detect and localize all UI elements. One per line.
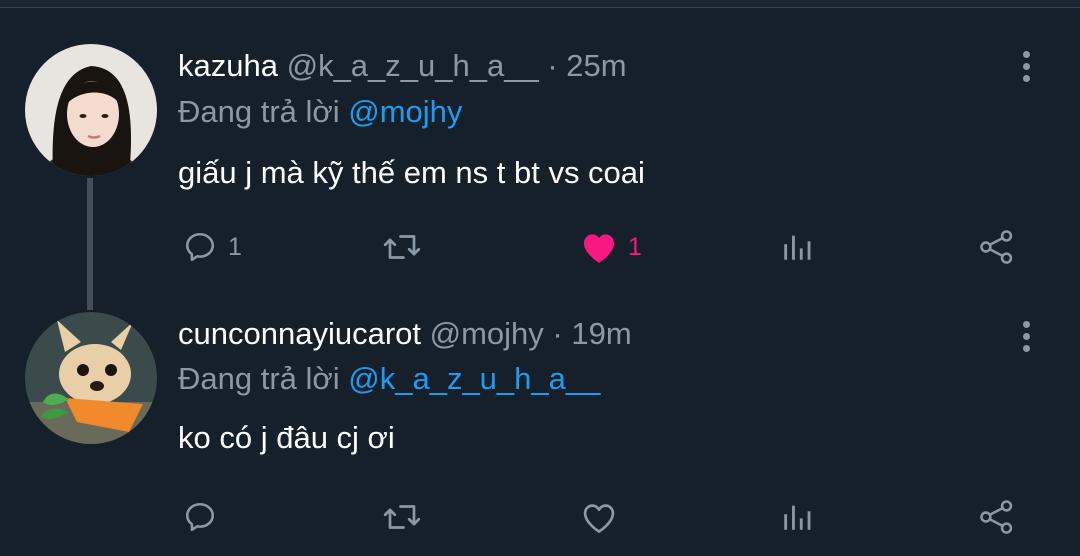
mention-link[interactable]: @k_a_z_u_h_a__ (348, 361, 600, 396)
replying-label: Đang trả lời (178, 361, 340, 396)
avatar[interactable] (25, 44, 157, 176)
like-button[interactable]: 1 (580, 224, 642, 270)
share-icon (980, 500, 1013, 534)
tweet-header: kazuha @k_a_z_u_h_a__ · 25m (178, 46, 627, 86)
replying-to: Đang trả lời @k_a_z_u_h_a__ (178, 359, 600, 399)
mention-link[interactable]: @mojhy (348, 94, 462, 129)
more-icon[interactable] (1012, 48, 1040, 88)
user-handle[interactable]: @k_a_z_u_h_a__ (287, 48, 539, 83)
like-count: 1 (628, 232, 642, 261)
reply-icon (185, 502, 215, 532)
retweet-icon (383, 505, 421, 529)
analytics-icon (784, 235, 811, 260)
retweet-icon (383, 235, 421, 259)
reply-button[interactable] (182, 494, 228, 540)
user-handle[interactable]: @mojhy (430, 316, 544, 351)
reply-button[interactable]: 1 (182, 224, 242, 270)
tweet-text: giấu j mà kỹ thế em ns t bt vs coai (178, 155, 645, 190)
timestamp[interactable]: 19m (571, 316, 631, 351)
analytics-button[interactable] (780, 224, 814, 270)
like-icon (583, 234, 615, 263)
retweet-button[interactable] (382, 224, 432, 270)
reply-count: 1 (228, 232, 242, 261)
tweet-text: ko có j đâu cj ơi (178, 420, 395, 455)
tweet-actions: 1 1 (0, 224, 1080, 270)
share-icon (980, 230, 1013, 264)
share-button[interactable] (978, 224, 1016, 270)
avatar[interactable] (25, 312, 157, 444)
separator: · (552, 316, 563, 351)
like-button[interactable] (580, 494, 628, 540)
replying-label: Đang trả lời (178, 94, 340, 129)
separator: · (547, 48, 558, 83)
analytics-icon (784, 505, 811, 530)
timestamp[interactable]: 25m (566, 48, 626, 83)
tweet-header: cunconnayiucarot @mojhy · 19m (178, 314, 632, 354)
retweet-button[interactable] (382, 494, 432, 540)
like-icon (583, 504, 615, 533)
tweet[interactable]: kazuha @k_a_z_u_h_a__ · 25m Đang trả lời… (0, 0, 1080, 290)
more-icon[interactable] (1012, 318, 1040, 358)
display-name[interactable]: cunconnayiucarot (178, 316, 421, 351)
display-name[interactable]: kazuha (178, 48, 278, 83)
reply-icon (185, 232, 215, 262)
tweet[interactable]: cunconnayiucarot @mojhy · 19m Đang trả l… (0, 290, 1080, 556)
analytics-button[interactable] (780, 494, 814, 540)
replying-to: Đang trả lời @mojhy (178, 92, 462, 132)
share-button[interactable] (978, 494, 1016, 540)
tweet-actions (0, 494, 1080, 540)
